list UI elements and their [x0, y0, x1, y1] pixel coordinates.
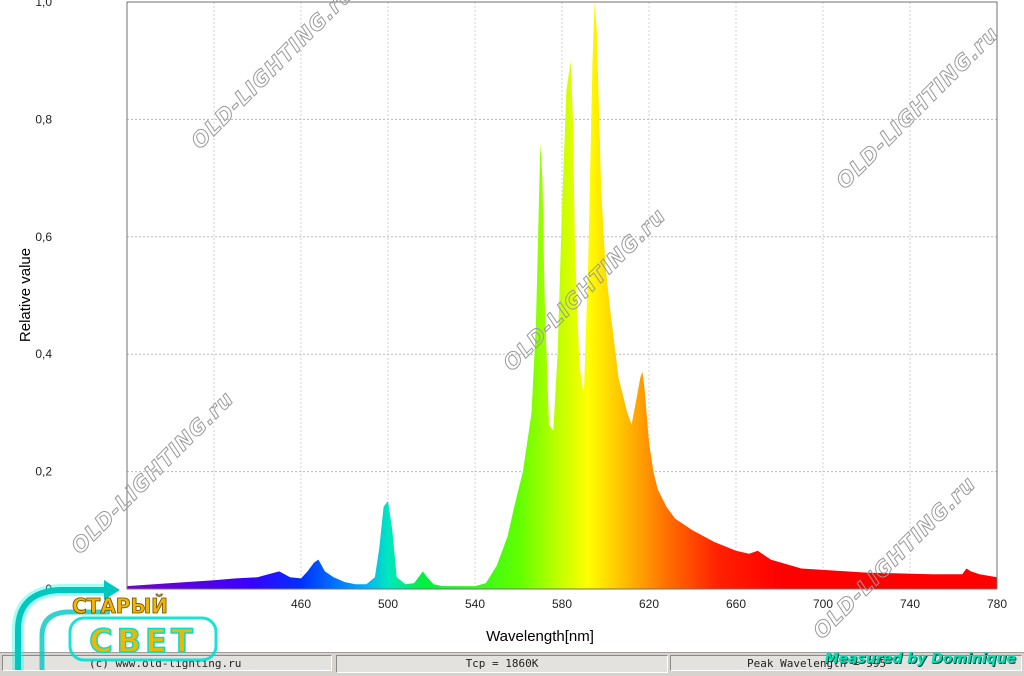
x-tick-label: 580 [552, 597, 572, 611]
status-tcp: Tcp = 1860K [336, 655, 668, 673]
x-axis-title: Wavelength[nm] [486, 628, 594, 645]
x-tick-label: 500 [378, 597, 398, 611]
y-axis-title: Relative value [17, 248, 34, 342]
x-tick-label: 460 [291, 597, 311, 611]
y-tick-label: 0,2 [35, 465, 52, 479]
x-tick-label: 620 [639, 597, 659, 611]
x-tick-label: 660 [726, 597, 746, 611]
y-tick-label: 0,4 [35, 347, 52, 361]
measured-by-credit: Measured by Dominique [824, 651, 1016, 667]
staryi-svet-logo: СТАРЫЙ СВЕТ [12, 580, 218, 670]
y-tick-label: 0,6 [35, 230, 52, 244]
y-tick-labels: 00,20,40,60,81,0 [35, 0, 52, 596]
logo-line1: СТАРЫЙ [72, 594, 168, 618]
x-tick-label: 540 [465, 597, 485, 611]
y-tick-label: 0,8 [35, 112, 52, 126]
logo-line2: СВЕТ [89, 622, 197, 660]
x-tick-labels: 460 500 540 580 620 660 700 740 780 [291, 597, 1007, 611]
x-tick-label: 780 [987, 597, 1007, 611]
y-tick-label: 1,0 [35, 0, 52, 9]
x-tick-label: 740 [900, 597, 920, 611]
